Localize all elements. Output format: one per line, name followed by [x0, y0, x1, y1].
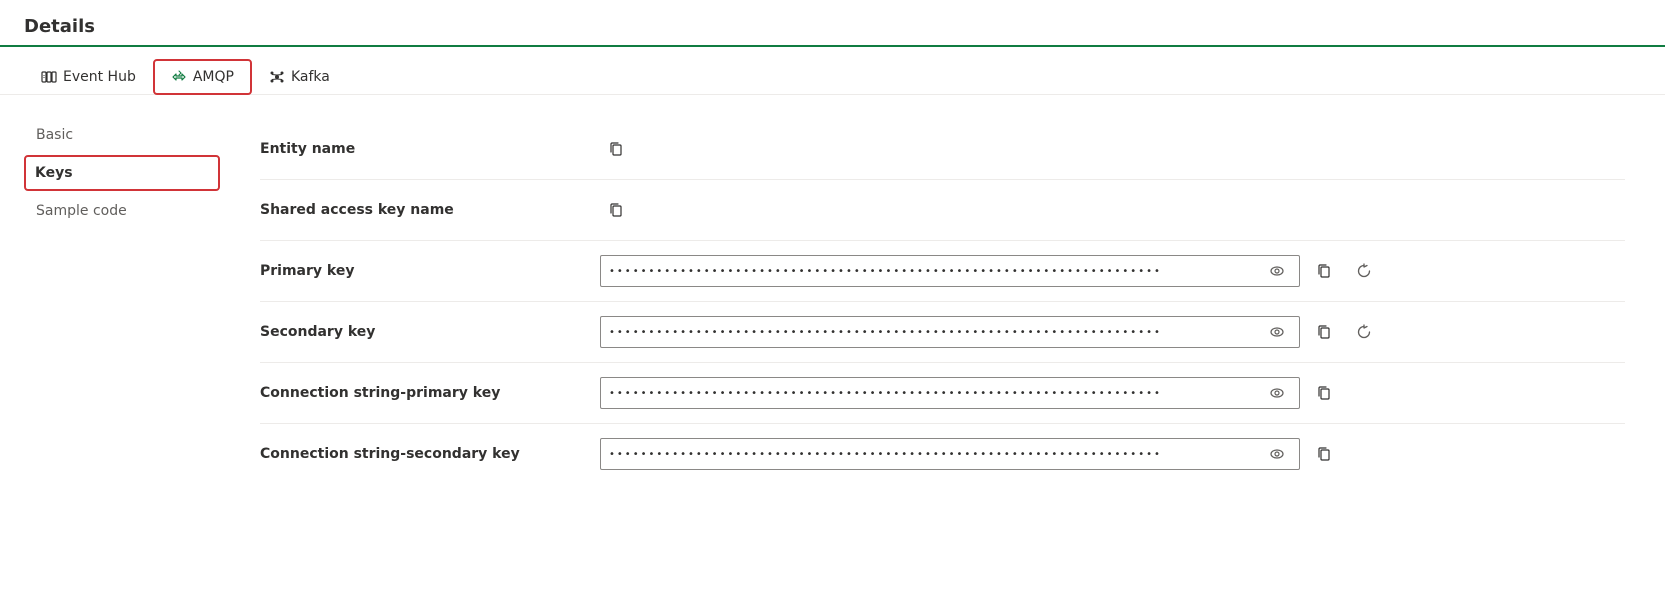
copy-icon — [1316, 263, 1332, 279]
connection-string-primary-field: ••••••••••••••••••••••••••••••••••••••••… — [600, 377, 1300, 409]
shared-access-key-name-label: Shared access key name — [260, 202, 600, 218]
sidebar-item-basic[interactable]: Basic — [24, 119, 220, 151]
eye-icon — [1269, 446, 1285, 462]
eye-icon — [1269, 324, 1285, 340]
primary-key-eye-button[interactable] — [1263, 257, 1291, 285]
main-content: Entity name Shared access key name — [220, 95, 1665, 596]
primary-key-field: ••••••••••••••••••••••••••••••••••••••••… — [600, 255, 1300, 287]
copy-icon — [608, 141, 624, 157]
field-row-entity-name: Entity name — [260, 119, 1625, 180]
secondary-key-field: ••••••••••••••••••••••••••••••••••••••••… — [600, 316, 1300, 348]
secondary-key-copy-button[interactable] — [1308, 316, 1340, 348]
eye-icon — [1269, 263, 1285, 279]
page-container: Details Event Hub AMQP — [0, 0, 1665, 596]
shared-access-key-name-copy-button[interactable] — [600, 194, 632, 226]
field-row-primary-key: Primary key ••••••••••••••••••••••••••••… — [260, 241, 1625, 302]
content-area: Basic Keys Sample code Entity name — [0, 95, 1665, 596]
connection-string-secondary-value-area: ••••••••••••••••••••••••••••••••••••••••… — [600, 438, 1625, 470]
connection-string-primary-value-area: ••••••••••••••••••••••••••••••••••••••••… — [600, 377, 1625, 409]
primary-key-refresh-button[interactable] — [1348, 255, 1380, 287]
tab-event-hub[interactable]: Event Hub — [24, 60, 153, 94]
sidebar: Basic Keys Sample code — [0, 95, 220, 596]
connection-string-secondary-dots: ••••••••••••••••••••••••••••••••••••••••… — [609, 449, 1263, 460]
copy-icon — [1316, 324, 1332, 340]
connection-string-primary-label: Connection string-primary key — [260, 385, 600, 401]
field-row-secondary-key: Secondary key ••••••••••••••••••••••••••… — [260, 302, 1625, 363]
secondary-key-label: Secondary key — [260, 324, 600, 340]
primary-key-copy-button[interactable] — [1308, 255, 1340, 287]
refresh-icon — [1356, 263, 1372, 279]
copy-icon — [608, 202, 624, 218]
secondary-key-refresh-button[interactable] — [1348, 316, 1380, 348]
page-title: Details — [24, 16, 95, 37]
secondary-key-value-area: ••••••••••••••••••••••••••••••••••••••••… — [600, 316, 1625, 348]
tab-kafka-label: Kafka — [291, 69, 330, 85]
entity-name-value-area — [600, 133, 1625, 165]
sidebar-sample-code-label: Sample code — [36, 203, 127, 219]
connection-string-secondary-label: Connection string-secondary key — [260, 446, 600, 462]
primary-key-dots: ••••••••••••••••••••••••••••••••••••••••… — [609, 266, 1263, 277]
primary-key-value-area: ••••••••••••••••••••••••••••••••••••••••… — [600, 255, 1625, 287]
connection-string-primary-dots: ••••••••••••••••••••••••••••••••••••••••… — [609, 388, 1263, 399]
amqp-icon — [171, 69, 187, 85]
connection-string-primary-eye-button[interactable] — [1263, 379, 1291, 407]
entity-name-label: Entity name — [260, 141, 600, 157]
tab-event-hub-label: Event Hub — [63, 69, 136, 85]
primary-key-label: Primary key — [260, 263, 600, 279]
copy-icon — [1316, 385, 1332, 401]
connection-string-primary-copy-button[interactable] — [1308, 377, 1340, 409]
sidebar-basic-label: Basic — [36, 127, 73, 143]
field-row-connection-string-secondary: Connection string-secondary key ••••••••… — [260, 424, 1625, 484]
connection-string-secondary-eye-button[interactable] — [1263, 440, 1291, 468]
tab-amqp[interactable]: AMQP — [153, 59, 252, 95]
tab-amqp-label: AMQP — [193, 69, 234, 85]
field-row-shared-access-key-name: Shared access key name — [260, 180, 1625, 241]
tab-kafka[interactable]: Kafka — [252, 60, 347, 94]
refresh-icon — [1356, 324, 1372, 340]
secondary-key-dots: ••••••••••••••••••••••••••••••••••••••••… — [609, 327, 1263, 338]
entity-name-copy-button[interactable] — [600, 133, 632, 165]
eye-icon — [1269, 385, 1285, 401]
details-header: Details — [0, 16, 1665, 47]
sidebar-keys-label: Keys — [35, 165, 73, 181]
secondary-key-eye-button[interactable] — [1263, 318, 1291, 346]
event-hub-icon — [41, 69, 57, 85]
tabs-row: Event Hub AMQP — [0, 47, 1665, 95]
connection-string-secondary-copy-button[interactable] — [1308, 438, 1340, 470]
shared-access-key-name-value-area — [600, 194, 1625, 226]
sidebar-item-sample-code[interactable]: Sample code — [24, 195, 220, 227]
field-row-connection-string-primary: Connection string-primary key ••••••••••… — [260, 363, 1625, 424]
copy-icon — [1316, 446, 1332, 462]
sidebar-item-keys[interactable]: Keys — [24, 155, 220, 191]
connection-string-secondary-field: ••••••••••••••••••••••••••••••••••••••••… — [600, 438, 1300, 470]
kafka-icon — [269, 69, 285, 85]
